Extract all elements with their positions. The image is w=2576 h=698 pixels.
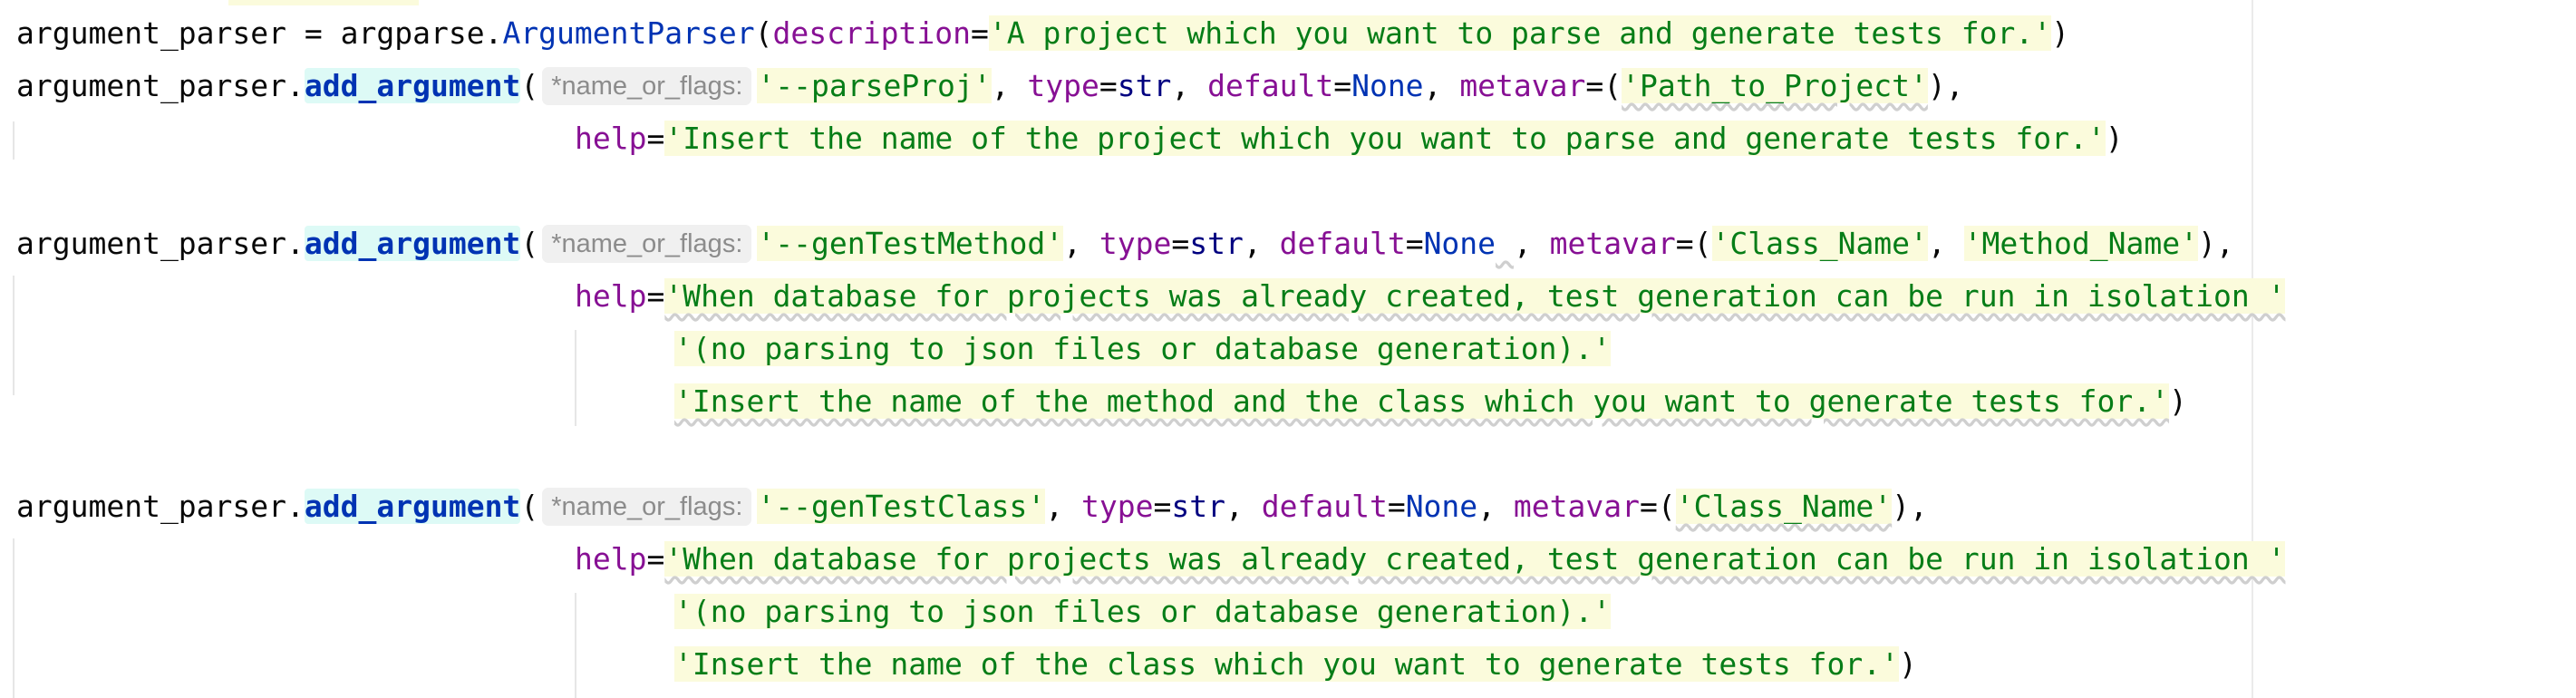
indent-guide: [13, 276, 15, 395]
code-line[interactable]: 'Insert the name of the method and the c…: [674, 379, 2187, 424]
code-token: argument_parser.: [16, 226, 305, 261]
code-token: ): [2051, 15, 2069, 51]
code-token: (: [520, 226, 539, 261]
code-token: =(: [1585, 68, 1622, 103]
code-token: ,: [1477, 489, 1514, 524]
code-token: =: [646, 541, 665, 577]
code-token: 'Path_to_Project': [1622, 68, 1928, 103]
code-token: (: [754, 15, 773, 51]
code-token: ),: [1927, 68, 1964, 103]
indent-guide: [13, 121, 15, 160]
code-token: default: [1261, 489, 1388, 524]
code-token: =: [646, 278, 665, 314]
code-token: ),: [1892, 489, 1928, 524]
code-token: =(: [1640, 489, 1676, 524]
code-token: ,: [1063, 226, 1099, 261]
indent-guide: [13, 538, 15, 698]
code-token: None: [1405, 489, 1478, 524]
code-token: =: [1387, 489, 1406, 524]
code-token: metavar: [1513, 489, 1640, 524]
code-line[interactable]: argument_parser.add_argument(*name_or_fl…: [16, 63, 1964, 109]
code-token: type: [1027, 68, 1099, 103]
code-line[interactable]: argument_parser.add_argument(*name_or_fl…: [16, 484, 1928, 529]
code-token: '(no parsing to json files or database g…: [674, 594, 1612, 629]
code-token: 'Insert the name of the class which you …: [674, 646, 1900, 682]
code-token: help: [575, 121, 647, 156]
code-line[interactable]: argument_parser = argparse.ArgumentParse…: [16, 11, 2069, 56]
code-token: str: [1171, 489, 1225, 524]
code-token: help: [575, 278, 647, 314]
code-token: 'When database for projects was already …: [664, 541, 2286, 577]
highlight-stub: [228, 0, 419, 5]
indent-guide: [575, 593, 576, 698]
code-token: str: [1117, 68, 1172, 103]
code-token: add_argument: [304, 68, 521, 103]
code-token: '(no parsing to json files or database g…: [674, 331, 1612, 366]
code-token: argument_parser = argparse.: [16, 15, 503, 51]
code-token: 'Class_Name': [1675, 489, 1893, 524]
code-token: 'When database for projects was already …: [664, 278, 2286, 314]
code-line[interactable]: help='Insert the name of the project whi…: [575, 116, 2124, 161]
code-token: ,: [1927, 226, 1964, 261]
code-token: default: [1207, 68, 1334, 103]
code-token: =: [1405, 226, 1424, 261]
code-token: add_argument: [304, 489, 521, 524]
code-token: =: [971, 15, 989, 51]
code-token: (: [520, 68, 539, 103]
code-token: metavar: [1459, 68, 1586, 103]
code-line[interactable]: '(no parsing to json files or database g…: [674, 589, 1612, 635]
code-token: '--genTestClass': [757, 489, 1046, 524]
code-token: ,: [1243, 226, 1280, 261]
code-token: argument_parser.: [16, 68, 305, 103]
code-token: ),: [2197, 226, 2234, 261]
code-token: 'A project which you want to parse and g…: [988, 15, 2052, 51]
code-token: ,: [1225, 489, 1262, 524]
code-token: add_argument: [304, 226, 521, 261]
code-token: 'Insert the name of the method and the c…: [674, 383, 2170, 419]
code-token: type: [1099, 226, 1172, 261]
code-token: 'Class_Name': [1711, 226, 1928, 261]
code-token: type: [1081, 489, 1154, 524]
code-token: ,: [991, 68, 1028, 103]
code-line[interactable]: '(no parsing to json files or database g…: [674, 326, 1612, 372]
code-token: =: [1171, 226, 1190, 261]
code-token: None: [1351, 68, 1424, 103]
code-token: =: [1099, 68, 1118, 103]
indent-guide: [575, 330, 576, 426]
code-token: ,: [1423, 68, 1460, 103]
parameter-hint: *name_or_flags:: [542, 488, 752, 526]
code-token: str: [1189, 226, 1244, 261]
code-token: None: [1423, 226, 1496, 261]
code-token: ): [2169, 383, 2187, 419]
code-token: description: [772, 15, 972, 51]
code-line[interactable]: 'Insert the name of the class which you …: [674, 642, 1917, 687]
right-margin-guide: [2252, 0, 2253, 698]
code-token: '--genTestMethod': [757, 226, 1064, 261]
code-token: ): [1899, 646, 1917, 682]
code-token: ,: [1513, 226, 1550, 261]
code-token: ,: [1171, 68, 1208, 103]
code-token: ,: [1045, 489, 1082, 524]
code-token: argument_parser.: [16, 489, 305, 524]
code-token: =: [1153, 489, 1172, 524]
code-token: help: [575, 541, 647, 577]
code-token: default: [1279, 226, 1406, 261]
code-token: =: [1333, 68, 1352, 103]
code-token: metavar: [1549, 226, 1676, 261]
code-line[interactable]: argument_parser.add_argument(*name_or_fl…: [16, 221, 2234, 267]
code-token: 'Insert the name of the project which yo…: [664, 121, 2106, 156]
code-line[interactable]: help='When database for projects was alr…: [575, 274, 2286, 319]
code-token: ArgumentParser: [502, 15, 755, 51]
code-token: =(: [1675, 226, 1712, 261]
parameter-hint: *name_or_flags:: [542, 225, 752, 263]
code-token: ): [2105, 121, 2124, 156]
parameter-hint: *name_or_flags:: [542, 67, 752, 105]
code-token: (: [520, 489, 539, 524]
code-token: 'Method_Name': [1963, 226, 2198, 261]
code-line[interactable]: help='When database for projects was alr…: [575, 537, 2286, 582]
code-editor[interactable]: argument_parser = argparse.ArgumentParse…: [0, 0, 2576, 698]
code-token: =: [646, 121, 665, 156]
code-token: '--parseProj': [757, 68, 992, 103]
